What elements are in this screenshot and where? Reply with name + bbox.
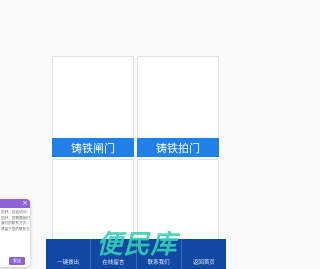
product-card-1[interactable]: 铸铁闸门 — [52, 56, 134, 157]
bottom-nav-call[interactable]: 一键拨出 — [46, 239, 92, 269]
product-card-2[interactable]: 铸铁拍门 — [137, 56, 219, 157]
product-label-2[interactable]: 铸铁拍门 — [137, 138, 219, 157]
chat-popup: × 您好，欢迎访问！请留言 您好，您需要我们做什么 我们的联系方式： 请留下您的… — [0, 199, 30, 267]
bottom-nav-label: 一键拨出 — [57, 260, 80, 266]
bottom-nav-message[interactable]: 在线留言 — [91, 239, 137, 269]
bottom-nav-label: 在线留言 — [102, 260, 125, 266]
bottom-nav-contact[interactable]: 联系我们 — [137, 239, 182, 269]
product-label-1[interactable]: 铸铁闸门 — [52, 138, 134, 157]
bottom-nav-home[interactable]: 返回首页 — [182, 239, 226, 269]
chat-message: 您好，欢迎访问！请留言 您好，您需要我们做什么 我们的联系方式： 请留下您的联系… — [0, 208, 30, 232]
bottom-nav-label: 联系我们 — [147, 260, 170, 266]
chat-header: × — [0, 199, 30, 208]
bottom-nav-label: 返回首页 — [192, 260, 215, 266]
chat-send-button[interactable]: 发送 — [9, 257, 25, 265]
chat-line: 您好，欢迎访问！请留言 — [1, 210, 30, 214]
bottom-nav-bar: 一键拨出 在线留言 联系我们 返回首页 — [46, 239, 226, 269]
chat-line: 请留下您的联系方式，我们 — [1, 226, 30, 231]
close-icon[interactable]: × — [22, 199, 28, 208]
chat-line: 我们的联系方式： — [1, 221, 30, 226]
